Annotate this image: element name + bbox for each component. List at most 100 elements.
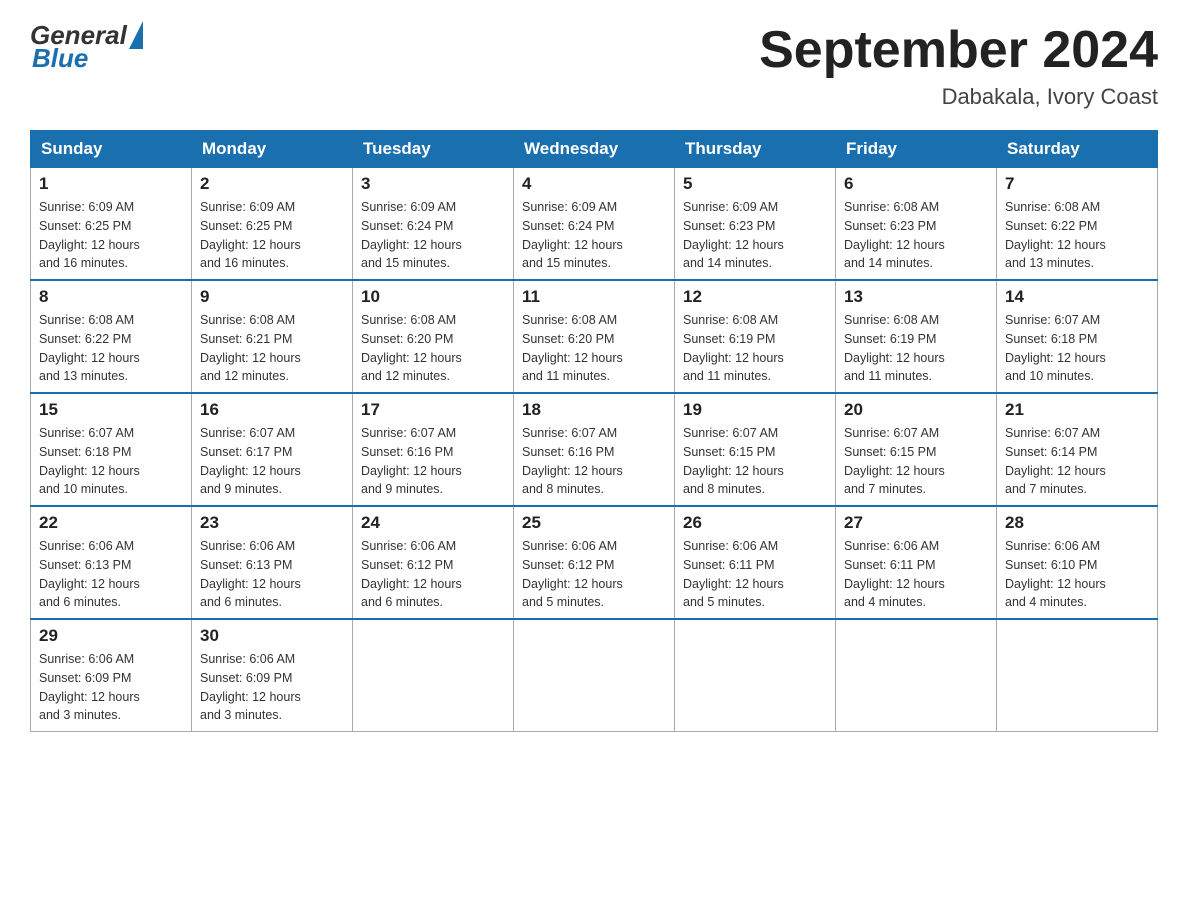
col-tuesday: Tuesday — [353, 131, 514, 168]
table-row — [514, 619, 675, 732]
day-info: Sunrise: 6:08 AMSunset: 6:19 PMDaylight:… — [683, 311, 827, 386]
day-number: 15 — [39, 400, 183, 420]
day-info: Sunrise: 6:07 AMSunset: 6:15 PMDaylight:… — [844, 424, 988, 499]
day-number: 20 — [844, 400, 988, 420]
logo: General Blue — [30, 20, 143, 74]
table-row: 24 Sunrise: 6:06 AMSunset: 6:12 PMDayligh… — [353, 506, 514, 619]
day-number: 21 — [1005, 400, 1149, 420]
table-row: 19 Sunrise: 6:07 AMSunset: 6:15 PMDayligh… — [675, 393, 836, 506]
table-row: 20 Sunrise: 6:07 AMSunset: 6:15 PMDayligh… — [836, 393, 997, 506]
table-row: 2 Sunrise: 6:09 AMSunset: 6:25 PMDaylight… — [192, 168, 353, 281]
day-number: 14 — [1005, 287, 1149, 307]
table-row: 9Sunrise: 6:08 AMSunset: 6:21 PMDaylight… — [192, 280, 353, 393]
month-title: September 2024 — [759, 20, 1158, 80]
day-info: Sunrise: 6:07 AMSunset: 6:14 PMDaylight:… — [1005, 424, 1149, 499]
day-number: 13 — [844, 287, 988, 307]
table-row: 21 Sunrise: 6:07 AMSunset: 6:14 PMDayligh… — [997, 393, 1158, 506]
table-row: 14 Sunrise: 6:07 AMSunset: 6:18 PMDayligh… — [997, 280, 1158, 393]
day-info: Sunrise: 6:06 AMSunset: 6:13 PMDaylight:… — [39, 537, 183, 612]
day-info: Sunrise: 6:08 AMSunset: 6:19 PMDaylight:… — [844, 311, 988, 386]
table-row: 6 Sunrise: 6:08 AMSunset: 6:23 PMDaylight… — [836, 168, 997, 281]
table-row: 12 Sunrise: 6:08 AMSunset: 6:19 PMDayligh… — [675, 280, 836, 393]
table-row — [836, 619, 997, 732]
col-thursday: Thursday — [675, 131, 836, 168]
day-info: Sunrise: 6:09 AMSunset: 6:24 PMDaylight:… — [522, 198, 666, 273]
day-number: 11 — [522, 287, 666, 307]
day-number: 26 — [683, 513, 827, 533]
table-row — [997, 619, 1158, 732]
table-row: 7 Sunrise: 6:08 AMSunset: 6:22 PMDaylight… — [997, 168, 1158, 281]
day-number: 2 — [200, 174, 344, 194]
day-info: Sunrise: 6:08 AMSunset: 6:21 PMDaylight:… — [200, 311, 344, 386]
col-wednesday: Wednesday — [514, 131, 675, 168]
day-number: 28 — [1005, 513, 1149, 533]
day-number: 1 — [39, 174, 183, 194]
day-number: 17 — [361, 400, 505, 420]
day-info: Sunrise: 6:07 AMSunset: 6:16 PMDaylight:… — [522, 424, 666, 499]
table-row — [353, 619, 514, 732]
table-row: 5 Sunrise: 6:09 AMSunset: 6:23 PMDaylight… — [675, 168, 836, 281]
table-row: 18 Sunrise: 6:07 AMSunset: 6:16 PMDayligh… — [514, 393, 675, 506]
day-info: Sunrise: 6:08 AMSunset: 6:20 PMDaylight:… — [361, 311, 505, 386]
day-info: Sunrise: 6:06 AMSunset: 6:09 PMDaylight:… — [200, 650, 344, 725]
day-info: Sunrise: 6:06 AMSunset: 6:09 PMDaylight:… — [39, 650, 183, 725]
calendar-week-row: 8 Sunrise: 6:08 AMSunset: 6:22 PMDaylight… — [31, 280, 1158, 393]
day-info: Sunrise: 6:07 AMSunset: 6:15 PMDaylight:… — [683, 424, 827, 499]
day-number: 7 — [1005, 174, 1149, 194]
page-header: General Blue September 2024 Dabakala, Iv… — [30, 20, 1158, 110]
table-row: 4Sunrise: 6:09 AMSunset: 6:24 PMDaylight… — [514, 168, 675, 281]
day-number: 29 — [39, 626, 183, 646]
day-info: Sunrise: 6:08 AMSunset: 6:22 PMDaylight:… — [1005, 198, 1149, 273]
day-number: 19 — [683, 400, 827, 420]
day-info: Sunrise: 6:07 AMSunset: 6:16 PMDaylight:… — [361, 424, 505, 499]
col-saturday: Saturday — [997, 131, 1158, 168]
day-info: Sunrise: 6:06 AMSunset: 6:11 PMDaylight:… — [683, 537, 827, 612]
calendar-header-row: Sunday Monday Tuesday Wednesday Thursday… — [31, 131, 1158, 168]
day-number: 8 — [39, 287, 183, 307]
table-row — [675, 619, 836, 732]
day-number: 10 — [361, 287, 505, 307]
day-info: Sunrise: 6:09 AMSunset: 6:25 PMDaylight:… — [39, 198, 183, 273]
calendar-week-row: 29 Sunrise: 6:06 AMSunset: 6:09 PMDayligh… — [31, 619, 1158, 732]
location-title: Dabakala, Ivory Coast — [759, 84, 1158, 110]
day-number: 24 — [361, 513, 505, 533]
day-number: 16 — [200, 400, 344, 420]
calendar-week-row: 15Sunrise: 6:07 AMSunset: 6:18 PMDayligh… — [31, 393, 1158, 506]
day-info: Sunrise: 6:09 AMSunset: 6:25 PMDaylight:… — [200, 198, 344, 273]
table-row: 16 Sunrise: 6:07 AMSunset: 6:17 PMDayligh… — [192, 393, 353, 506]
day-info: Sunrise: 6:07 AMSunset: 6:17 PMDaylight:… — [200, 424, 344, 499]
day-number: 5 — [683, 174, 827, 194]
day-number: 12 — [683, 287, 827, 307]
table-row: 27Sunrise: 6:06 AMSunset: 6:11 PMDayligh… — [836, 506, 997, 619]
table-row: 22 Sunrise: 6:06 AMSunset: 6:13 PMDayligh… — [31, 506, 192, 619]
day-info: Sunrise: 6:08 AMSunset: 6:22 PMDaylight:… — [39, 311, 183, 386]
day-number: 22 — [39, 513, 183, 533]
day-info: Sunrise: 6:09 AMSunset: 6:23 PMDaylight:… — [683, 198, 827, 273]
table-row: 1 Sunrise: 6:09 AMSunset: 6:25 PMDaylight… — [31, 168, 192, 281]
table-row: 13 Sunrise: 6:08 AMSunset: 6:19 PMDayligh… — [836, 280, 997, 393]
day-info: Sunrise: 6:07 AMSunset: 6:18 PMDaylight:… — [1005, 311, 1149, 386]
calendar-week-row: 1 Sunrise: 6:09 AMSunset: 6:25 PMDaylight… — [31, 168, 1158, 281]
table-row: 3Sunrise: 6:09 AMSunset: 6:24 PMDaylight… — [353, 168, 514, 281]
day-number: 18 — [522, 400, 666, 420]
day-number: 25 — [522, 513, 666, 533]
day-info: Sunrise: 6:06 AMSunset: 6:12 PMDaylight:… — [361, 537, 505, 612]
col-monday: Monday — [192, 131, 353, 168]
day-info: Sunrise: 6:08 AMSunset: 6:23 PMDaylight:… — [844, 198, 988, 273]
table-row: 10 Sunrise: 6:08 AMSunset: 6:20 PMDayligh… — [353, 280, 514, 393]
title-block: September 2024 Dabakala, Ivory Coast — [759, 20, 1158, 110]
day-number: 30 — [200, 626, 344, 646]
table-row: 15Sunrise: 6:07 AMSunset: 6:18 PMDayligh… — [31, 393, 192, 506]
table-row: 26 Sunrise: 6:06 AMSunset: 6:11 PMDayligh… — [675, 506, 836, 619]
col-friday: Friday — [836, 131, 997, 168]
day-number: 6 — [844, 174, 988, 194]
logo-blue-text: Blue — [30, 43, 143, 74]
col-sunday: Sunday — [31, 131, 192, 168]
day-info: Sunrise: 6:06 AMSunset: 6:13 PMDaylight:… — [200, 537, 344, 612]
calendar-week-row: 22 Sunrise: 6:06 AMSunset: 6:13 PMDayligh… — [31, 506, 1158, 619]
day-info: Sunrise: 6:06 AMSunset: 6:12 PMDaylight:… — [522, 537, 666, 612]
calendar-table: Sunday Monday Tuesday Wednesday Thursday… — [30, 130, 1158, 732]
day-number: 23 — [200, 513, 344, 533]
day-info: Sunrise: 6:06 AMSunset: 6:10 PMDaylight:… — [1005, 537, 1149, 612]
table-row: 29 Sunrise: 6:06 AMSunset: 6:09 PMDayligh… — [31, 619, 192, 732]
